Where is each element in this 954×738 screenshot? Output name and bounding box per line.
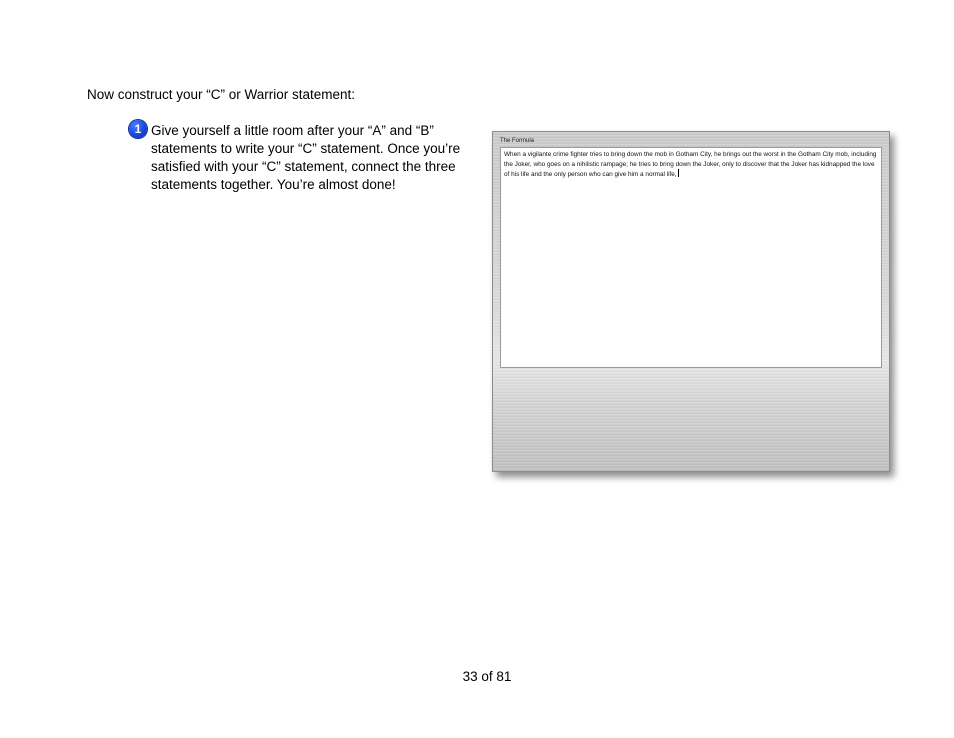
step-instruction-text: Give yourself a little room after your “… <box>151 123 461 192</box>
formula-text-area[interactable]: When a vigilante crime fighter tries to … <box>500 147 882 368</box>
formula-text-value: When a vigilante crime fighter tries to … <box>504 151 877 178</box>
window-title: The Formula <box>500 138 535 144</box>
intro-text: Now construct your “C” or Warrior statem… <box>87 87 356 102</box>
text-caret <box>677 169 679 177</box>
formula-window: The Formula When a vigilante crime fight… <box>492 131 890 472</box>
step-number-badge: 1 <box>129 120 147 138</box>
page-number: 33 of 81 <box>462 669 512 684</box>
